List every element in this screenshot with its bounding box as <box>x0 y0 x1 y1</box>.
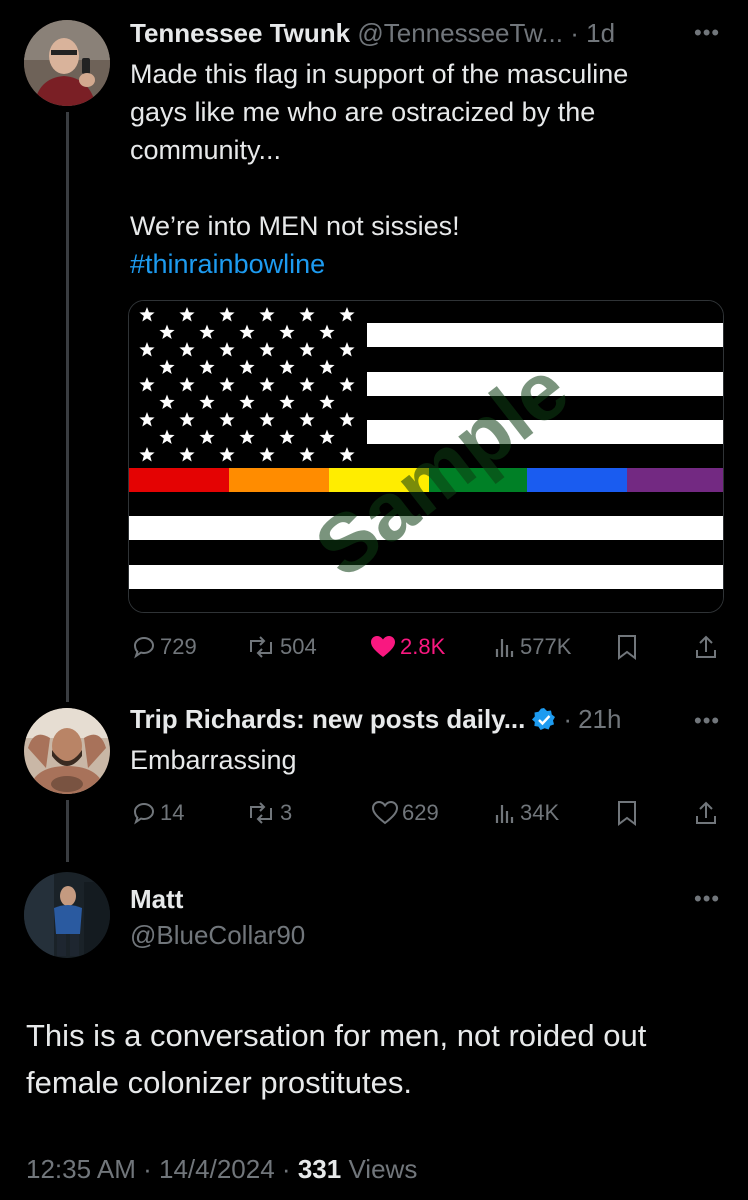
share-icon <box>696 801 716 824</box>
action-bar: 729 504 2.8K 577K <box>0 632 748 666</box>
views-count: 577K <box>520 634 572 659</box>
display-name[interactable]: Trip Richards: new posts daily... <box>130 704 525 735</box>
separator-dot: · <box>570 18 579 48</box>
display-name[interactable]: Tennessee Twunk <box>130 18 350 48</box>
reply-count: 729 <box>160 634 197 659</box>
hashtag-link[interactable]: #thinrainbowline <box>130 245 730 283</box>
separator-dot: · <box>563 704 573 734</box>
bookmark-button[interactable] <box>616 800 638 826</box>
tweet-text: Embarrassing <box>130 745 297 775</box>
views-button[interactable]: 577K <box>494 634 571 660</box>
reply-count: 14 <box>160 800 185 825</box>
views-button[interactable]: 34K <box>494 800 559 826</box>
reply-icon <box>133 636 155 659</box>
repost-button[interactable]: 3 <box>246 800 292 826</box>
post-time[interactable]: 12:35 AM <box>26 1154 136 1184</box>
bookmark-icon <box>618 635 636 660</box>
post-date[interactable]: 14/4/2024 <box>159 1154 275 1184</box>
views-label: Views <box>348 1154 418 1184</box>
like-button[interactable]: 629 <box>372 800 439 826</box>
repost-icon <box>250 636 272 658</box>
thread-line-1 <box>66 112 69 702</box>
views-icon <box>495 639 514 657</box>
share-button[interactable] <box>694 634 718 660</box>
display-name[interactable]: Matt <box>130 884 183 915</box>
like-count: 629 <box>402 800 439 825</box>
share-button[interactable] <box>694 800 718 826</box>
bookmark-icon <box>618 801 636 826</box>
tweet-text-line: gays like me who are ostracized by the <box>130 97 596 127</box>
more-icon[interactable]: ••• <box>694 20 720 46</box>
tweet-text: Made this flag in support of the masculi… <box>130 55 730 283</box>
separator-dot: · <box>143 1154 152 1184</box>
tweet-text-line: female colonizer prostitutes. <box>26 1065 412 1100</box>
flag-image: Sample <box>129 301 723 612</box>
more-icon[interactable]: ••• <box>694 708 720 734</box>
avatar[interactable] <box>24 872 110 958</box>
avatar[interactable] <box>24 20 110 106</box>
more-icon[interactable]: ••• <box>694 886 720 912</box>
separator-dot: · <box>281 1154 291 1184</box>
like-icon <box>371 636 395 657</box>
timestamp[interactable]: 21h <box>578 704 621 735</box>
like-button[interactable]: 2.8K <box>370 634 445 660</box>
timestamp[interactable]: 1d <box>586 18 615 48</box>
tweet-text-line: Made this flag in support of the masculi… <box>130 59 629 89</box>
repost-count: 3 <box>280 800 293 825</box>
share-icon <box>696 635 716 658</box>
views-count: 34K <box>520 800 560 825</box>
repost-button[interactable]: 504 <box>246 634 317 660</box>
action-bar: 14 3 629 34K <box>0 798 748 832</box>
tweet-image[interactable]: Sample <box>128 300 724 613</box>
avatar[interactable] <box>24 708 110 794</box>
views-count: 331 <box>297 1154 342 1184</box>
handle[interactable]: @BlueCollar90 <box>130 920 305 951</box>
like-icon <box>372 801 398 825</box>
avatar-photo <box>24 872 110 958</box>
repost-count: 504 <box>280 634 317 659</box>
bookmark-button[interactable] <box>616 634 638 660</box>
repost-icon <box>250 802 272 824</box>
tweet-meta: 12:35 AM · 14/4/2024 · 331 Views <box>26 1154 417 1185</box>
tweet-text-line: We’re into MEN not sissies! <box>130 211 460 241</box>
handle[interactable]: @TennesseeTw... <box>357 18 563 48</box>
tweet-text-line: This is a conversation for men, not roid… <box>26 1018 647 1053</box>
tweet-text-line: community... <box>130 135 282 165</box>
avatar-photo <box>24 20 110 106</box>
reply-button[interactable]: 729 <box>132 634 197 660</box>
views-icon <box>495 805 514 823</box>
reply-icon <box>133 802 155 825</box>
verified-badge-icon <box>532 707 556 730</box>
avatar-photo <box>24 708 110 794</box>
like-count: 2.8K <box>400 634 446 659</box>
tweet-text: This is a conversation for men, not roid… <box>26 1012 736 1106</box>
reply-button[interactable]: 14 <box>132 800 184 826</box>
